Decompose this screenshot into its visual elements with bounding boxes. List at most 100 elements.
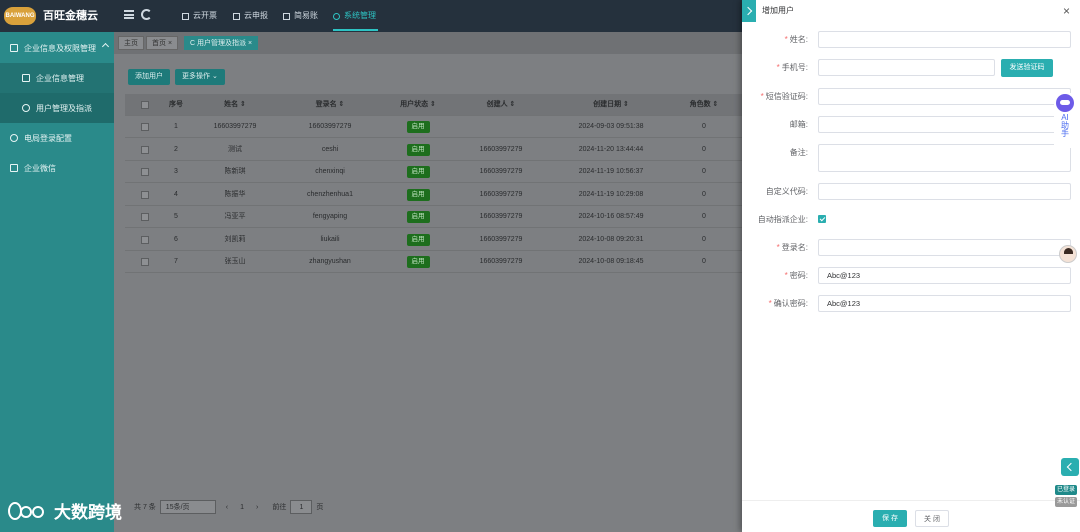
- save-button[interactable]: 保 存: [873, 510, 907, 527]
- goto-label: 前往: [272, 504, 287, 511]
- table-cell-login: 16603997279: [308, 123, 352, 130]
- column-header[interactable]: 创建人 ⇕: [451, 94, 551, 116]
- gear-icon: [10, 134, 18, 142]
- auto-assign-checkbox[interactable]: [818, 215, 826, 223]
- login-status-badge: 已登录: [1055, 485, 1078, 495]
- prev-page-button[interactable]: ‹: [226, 504, 228, 511]
- ai-assistant-button[interactable]: AI 助 手: [1054, 93, 1076, 148]
- table-row[interactable]: 7 张玉山 zhangyushan 启用 16603997279 2024-10-08 0…: [125, 251, 755, 273]
- row-checkbox[interactable]: [141, 145, 149, 154]
- row-checkbox[interactable]: [141, 190, 149, 199]
- topnav-item-simple-ledger[interactable]: 简易账: [283, 0, 318, 32]
- table-row[interactable]: 3 陈新琪 chenxinqi 启用 16603997279 2024-11-19 10:…: [125, 161, 755, 183]
- topnav-item-system-management[interactable]: 系统管理: [333, 0, 376, 32]
- status-badge: 启用: [406, 188, 430, 201]
- table-cell-no: 3: [174, 168, 178, 175]
- table-cell-no: 4: [174, 190, 178, 198]
- topnav-label: 系统管理: [344, 11, 376, 20]
- password-input[interactable]: Abc@123: [818, 267, 1071, 284]
- watermark-text: 大数跨境: [54, 503, 122, 522]
- status-badge: 启用: [406, 121, 430, 133]
- name-input[interactable]: [818, 31, 1071, 48]
- column-header[interactable]: 创建日期 ⇕: [551, 94, 671, 116]
- status-badge: 启用: [406, 211, 430, 223]
- table-cell-name: 刘凯莉: [224, 235, 246, 243]
- sidebar-item-tax-login-config[interactable]: 电局登录配置: [0, 123, 114, 153]
- drawer-collapse-handle[interactable]: [742, 0, 756, 22]
- table-cell-date: 2024-10-16 08:57:49: [578, 213, 644, 220]
- menu-toggle-icon[interactable]: [124, 10, 134, 19]
- table-cell-roles: 0: [702, 168, 706, 175]
- customer-service-avatar[interactable]: [1059, 245, 1077, 263]
- book-icon: [283, 12, 290, 20]
- row-checkbox[interactable]: [141, 213, 149, 221]
- table-row[interactable]: 1 16603997279 16603997279 启用 2024-09-03 09:5…: [125, 116, 755, 138]
- page-size-select[interactable]: 15条/页: [159, 500, 216, 514]
- table-row[interactable]: 2 测试 ceshi 启用 16603997279 2024-11-20 13:44:44…: [125, 139, 755, 161]
- column-header: 序号: [169, 101, 183, 108]
- column-header[interactable]: 姓名 ⇕: [195, 94, 275, 116]
- goto-page-input[interactable]: 1: [290, 500, 313, 514]
- table-cell-roles: 0: [702, 123, 706, 130]
- add-user-button[interactable]: 添加用户: [128, 69, 170, 85]
- tab-homepage[interactable]: 首页 ×: [146, 36, 179, 50]
- row-checkbox[interactable]: [141, 235, 149, 244]
- row-checkbox[interactable]: [141, 168, 149, 176]
- more-actions-button[interactable]: 更多操作 ⌄: [175, 69, 225, 85]
- auto-assign-label: 自动指派企业:: [757, 215, 808, 224]
- crop-icon: [233, 12, 240, 20]
- table-cell-name: 陈新琪: [224, 168, 246, 175]
- table-cell-date: 2024-11-20 13:44:44: [578, 145, 644, 153]
- send-code-button[interactable]: 发送验证码: [1001, 59, 1053, 77]
- confirm-password-input[interactable]: Abc@123: [818, 295, 1071, 312]
- table-cell-roles: 0: [702, 235, 706, 243]
- login-name-input[interactable]: [818, 239, 1071, 256]
- grid-icon: [182, 12, 189, 20]
- status-cell: 启用: [385, 206, 451, 228]
- select-all-checkbox[interactable]: [141, 101, 149, 109]
- table-cell-creator: 16603997279: [479, 213, 523, 220]
- table-cell-creator: 16603997279: [479, 235, 523, 243]
- table-cell-date: 2024-10-08 09:18:45: [578, 258, 644, 265]
- sidebar-item-wechat-work[interactable]: 企业微信: [0, 153, 114, 183]
- close-button[interactable]: 关 闭: [915, 510, 949, 527]
- refresh-icon[interactable]: [141, 9, 152, 20]
- table-cell-roles: 0: [702, 145, 706, 153]
- table-cell-login: fengyaping: [312, 213, 348, 220]
- status-cell: 启用: [385, 184, 451, 206]
- chevron-left-icon[interactable]: [1061, 458, 1079, 476]
- table-row[interactable]: 4 陈振华 chenzhenhua1 启用 16603997279 2024-11-19 …: [125, 184, 755, 206]
- table-cell-login: chenzhenhua1: [307, 190, 353, 198]
- table-row[interactable]: 5 冯亚平 fengyaping 启用 16603997279 2024-10-16 08…: [125, 206, 755, 228]
- add-user-drawer: 增加用户 × * 姓名: * 手机号: 发送验证码 * 短信验证码: 邮箱: 备注: …: [742, 0, 1080, 532]
- sms-code-input[interactable]: [818, 88, 1071, 105]
- table-cell-roles: 0: [702, 213, 706, 220]
- current-page[interactable]: 1: [240, 504, 244, 511]
- sidebar-item-enterprise-info[interactable]: 企业信息管理: [0, 63, 114, 93]
- column-header[interactable]: 登录名 ⇕: [275, 94, 385, 116]
- close-icon[interactable]: ×: [1063, 4, 1070, 18]
- table-row[interactable]: 6 刘凯莉 liukaili 启用 16603997279 2024-10-08 09:2…: [125, 229, 755, 251]
- next-page-button[interactable]: ›: [256, 504, 258, 511]
- tab-home-main[interactable]: 主页: [118, 36, 144, 50]
- column-header[interactable]: 用户状态 ⇕: [385, 94, 451, 116]
- topnav-item-cloud-invoice[interactable]: 云开票: [182, 0, 217, 32]
- custom-code-input[interactable]: [818, 183, 1071, 200]
- topnav-label: 云开票: [193, 11, 217, 20]
- sidebar: 企业信息及权限管理 企业信息管理 用户管理及指派 电局登录配置 企业微信: [0, 32, 114, 532]
- row-checkbox[interactable]: [141, 123, 149, 131]
- email-input[interactable]: [818, 116, 1071, 133]
- table-cell-roles: 0: [702, 258, 706, 265]
- status-cell: 启用: [385, 139, 451, 161]
- column-header[interactable]: 角色数 ⇕: [671, 94, 737, 116]
- sidebar-item-enterprise-permissions[interactable]: 企业信息及权限管理: [0, 33, 114, 63]
- row-checkbox[interactable]: [141, 258, 149, 266]
- topnav-item-cloud-declare[interactable]: 云申报: [233, 0, 268, 32]
- table-cell-no: 1: [174, 123, 178, 130]
- sidebar-item-user-management[interactable]: 用户管理及指派: [0, 93, 114, 123]
- tab-user-management[interactable]: C 用户管理及指派 ×: [184, 36, 259, 50]
- table-cell-name: 16603997279: [213, 123, 257, 130]
- note-textarea[interactable]: [818, 144, 1071, 172]
- phone-input[interactable]: [818, 59, 995, 76]
- sidebar-item-label: 电局登录配置: [24, 133, 72, 143]
